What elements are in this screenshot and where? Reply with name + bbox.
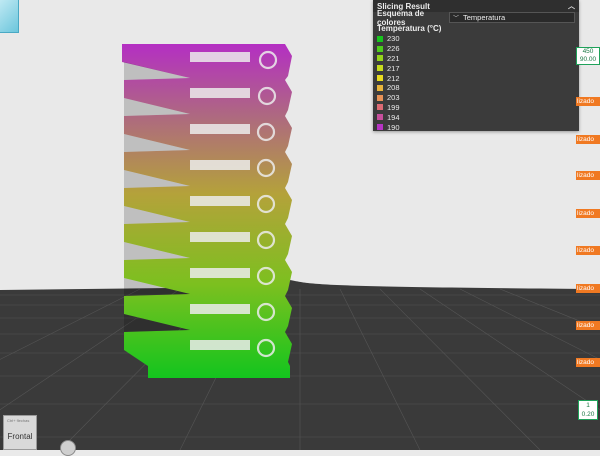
legend-row: 194 <box>377 112 575 122</box>
layer-tag[interactable]: lizado <box>576 358 600 367</box>
legend-value: 226 <box>387 44 400 54</box>
legend-row: 212 <box>377 73 575 83</box>
legend-swatch <box>377 114 383 121</box>
legend-value: 217 <box>387 63 400 73</box>
legend-value: 190 <box>387 122 400 132</box>
top-layer-number: 450 <box>582 48 594 55</box>
legend-value: 194 <box>387 112 400 122</box>
legend-row: 199 <box>377 103 575 113</box>
legend-row: 208 <box>377 83 575 93</box>
layer-tag[interactable]: lizado <box>576 246 600 255</box>
legend-value: 212 <box>387 73 400 83</box>
layer-slider-top-label[interactable]: 450 90.00 <box>576 47 600 65</box>
legend-row: 203 <box>377 93 575 103</box>
legend-row: 221 <box>377 54 575 64</box>
legend-value: 199 <box>387 102 400 112</box>
layer-slider-bottom-label[interactable]: 1 0.20 <box>578 400 598 420</box>
chevron-up-icon[interactable]: ︿ <box>568 1 575 11</box>
chevron-down-icon: ﹀ <box>453 16 460 22</box>
layer-tag[interactable]: lizado <box>576 321 600 330</box>
layer-tag[interactable]: lizado <box>576 97 600 106</box>
legend-row: 226 <box>377 44 575 54</box>
slicing-result-panel: Slicing Result ︿ Esquema de colores ﹀ Te… <box>373 0 579 132</box>
top-layer-height: 90.00 <box>579 56 597 63</box>
legend-value: 208 <box>387 83 400 93</box>
legend-row: 190 <box>377 122 575 132</box>
legend-row: 217 <box>377 63 575 73</box>
layer-tag[interactable]: lizado <box>576 171 600 180</box>
legend-swatch <box>377 75 383 82</box>
view-cube-icon[interactable] <box>0 0 19 33</box>
legend-value: 221 <box>387 53 400 63</box>
temperature-legend: 230 226 221 217 212 208 203 199 194 190 <box>373 34 579 132</box>
legend-swatch <box>377 55 383 62</box>
legend-swatch <box>377 65 383 72</box>
color-scheme-row: Esquema de colores ﹀ Temperatura <box>373 9 579 27</box>
legend-swatch <box>377 45 383 52</box>
legend-row: 230 <box>377 34 575 44</box>
color-scheme-dropdown[interactable]: ﹀ Temperatura <box>449 12 575 23</box>
layer-tag[interactable]: lizado <box>576 284 600 293</box>
legend-value: 230 <box>387 34 400 44</box>
legend-swatch <box>377 84 383 91</box>
layer-tag[interactable]: lizado <box>576 209 600 218</box>
legend-title: Temperatura (°C) <box>377 24 442 33</box>
bottom-layer-height: 0.20 <box>581 411 595 418</box>
legend-swatch <box>377 104 383 111</box>
temperature-tower-model[interactable] <box>122 44 292 378</box>
legend-swatch <box>377 35 383 42</box>
camera-icon[interactable] <box>60 440 76 456</box>
view-shortcut-hint: Ctrl+ flechas <box>7 418 30 423</box>
legend-swatch <box>377 124 383 131</box>
color-scheme-value: Temperatura <box>463 13 506 22</box>
frontal-view-label: Frontal <box>7 432 33 441</box>
legend-swatch <box>377 94 383 101</box>
layer-tag[interactable]: lizado <box>576 135 600 144</box>
frontal-view-button[interactable]: Ctrl+ flechas Frontal <box>3 415 37 450</box>
legend-value: 203 <box>387 93 400 103</box>
bottom-layer-number: 1 <box>586 402 590 409</box>
